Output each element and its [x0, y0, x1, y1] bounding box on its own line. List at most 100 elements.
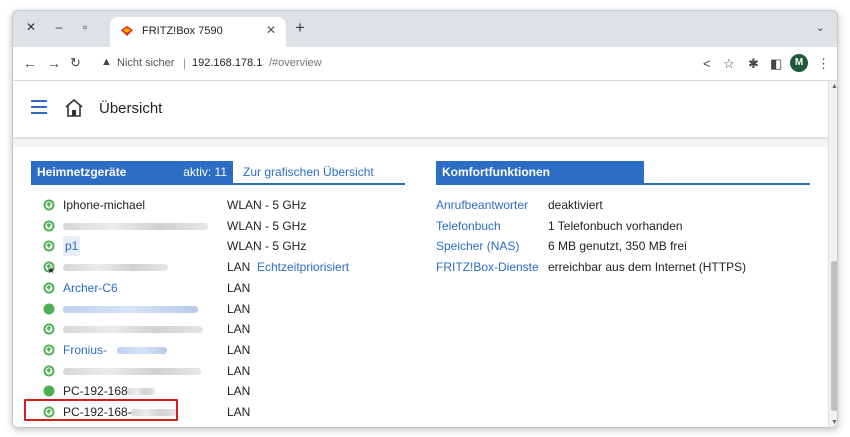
profile-avatar[interactable]: M [790, 54, 808, 72]
address-toolbar: ← → ↻ ▲ Nicht sicher | 192.168.178.1 /#o… [13, 47, 837, 81]
globe-icon [43, 344, 55, 356]
active-count: aktiv: 11 [183, 165, 227, 179]
status-dot-icon [43, 303, 55, 314]
globe-icon [43, 323, 55, 335]
device-connection: LAN [227, 342, 251, 357]
device-row[interactable]: WLAN - 5 GHz [43, 216, 423, 236]
page-header: Übersicht [13, 81, 828, 137]
komfort-value: erreichbar aus dem Internet (HTTPS) [548, 260, 747, 275]
device-connection: WLAN - 5 GHz [227, 218, 307, 233]
browser-menu-icon[interactable]: ⋮ [817, 56, 830, 72]
komfort-row: Speicher (NAS) 6 MB genutzt, 350 MB frei [436, 236, 816, 256]
device-row[interactable]: Archer-C6 LAN [43, 278, 423, 298]
security-label[interactable]: Nicht sicher [117, 57, 174, 69]
redacted-name [127, 388, 155, 396]
reload-icon[interactable]: ↻ [70, 55, 81, 71]
heimnetz-title: Heimnetzgeräte [37, 165, 127, 179]
device-connection: WLAN - 5 GHz [227, 239, 307, 254]
tab-search-chevron-icon[interactable]: ⌄ [816, 21, 825, 34]
device-name[interactable]: Fronius- [63, 340, 107, 360]
device-priority-link[interactable]: Echtzeitpriorisiert [257, 257, 349, 277]
home-icon[interactable] [64, 98, 84, 118]
device-connection: LAN [227, 301, 251, 316]
scroll-down-arrow-icon[interactable]: ▼ [831, 419, 837, 426]
close-window-icon[interactable]: ✕ [23, 20, 39, 34]
tab-title: FRITZ!Box 7590 [142, 25, 223, 37]
device-connection: LAN [227, 384, 251, 399]
address-separator: | [183, 56, 187, 70]
tab-strip: ✕ – ▫ FRITZ!Box 7590 ✕ + ⌄ [13, 11, 837, 47]
device-connection: LAN [227, 405, 251, 419]
redacted-name [63, 326, 203, 334]
page-viewport: Übersicht Heimnetzgeräte aktiv: 11 Zur g… [13, 81, 828, 427]
device-name[interactable]: Archer-C6 [63, 278, 118, 298]
device-row[interactable]: p1 WLAN - 5 GHz [43, 236, 423, 257]
device-row[interactable]: LAN [43, 319, 423, 339]
komfort-title-tab[interactable]: Komfortfunktionen [436, 161, 644, 183]
forward-icon[interactable]: → [47, 55, 61, 71]
page-scrollbar[interactable]: ▲ ▼ [828, 81, 837, 427]
device-row[interactable]: Fronius- LAN [43, 340, 423, 360]
globe-icon [43, 282, 55, 294]
graph-overview-link[interactable]: Zur grafischen Übersicht [243, 165, 374, 179]
url-path: /#overview [269, 57, 322, 69]
device-connection: LAN [227, 280, 251, 295]
globe-icon [43, 365, 55, 377]
address-bar[interactable]: ▲ Nicht sicher | 192.168.178.1 /#overvie… [95, 52, 695, 76]
extensions-puzzle-icon[interactable]: ✱ [748, 56, 759, 72]
hamburger-menu-icon[interactable] [31, 100, 47, 114]
overview-content: Heimnetzgeräte aktiv: 11 Zur grafischen … [13, 147, 828, 427]
device-connection: LAN [227, 322, 251, 337]
device-connection: LAN [227, 260, 251, 275]
share-icon[interactable]: < [703, 56, 711, 71]
heimnetz-section-header: Heimnetzgeräte aktiv: 11 Zur grafischen … [31, 161, 405, 185]
browser-window: ✕ – ▫ FRITZ!Box 7590 ✕ + ⌄ ← → ↻ ▲ Nicht… [12, 10, 838, 428]
device-name[interactable]: p1 [63, 236, 81, 257]
star-globe-icon [43, 261, 55, 274]
komfort-link[interactable]: Telefonbuch [436, 216, 501, 236]
scrollbar-thumb[interactable] [831, 261, 837, 411]
scroll-up-arrow-icon[interactable]: ▲ [831, 83, 837, 90]
back-icon[interactable]: ← [23, 55, 37, 71]
device-row[interactable]: LAN Echtzeitpriorisiert [43, 257, 423, 277]
komfort-link[interactable]: FRITZ!Box-Dienste [436, 257, 539, 277]
komfort-title: Komfortfunktionen [442, 165, 550, 179]
komfort-value: deaktiviert [548, 198, 603, 212]
komfort-link[interactable]: Speicher (NAS) [436, 236, 519, 256]
redacted-name [63, 222, 208, 230]
komfort-value: 1 Telefonbuch vorhanden [548, 218, 683, 233]
status-dot-icon [43, 385, 55, 397]
device-connection: LAN [227, 363, 251, 378]
komfort-row: FRITZ!Box-Dienste erreichbar aus dem Inte… [436, 257, 816, 277]
tab-close-icon[interactable]: ✕ [266, 23, 276, 37]
globe-icon [43, 199, 55, 211]
bookmark-star-icon[interactable]: ☆ [723, 56, 735, 72]
page-title: Übersicht [99, 100, 163, 117]
highlight-box [24, 399, 178, 421]
fritz-favicon-icon [121, 26, 133, 36]
heimnetz-title-tab[interactable]: Heimnetzgeräte aktiv: 11 [31, 161, 233, 183]
komfort-link[interactable]: Anrufbeantworter [436, 195, 528, 215]
komfort-section-header: Komfortfunktionen [436, 161, 810, 185]
redacted-name [63, 367, 201, 375]
device-name: Iphone-michael [63, 198, 146, 212]
maximize-window-icon[interactable]: ▫ [77, 20, 93, 34]
new-tab-icon[interactable]: + [295, 18, 305, 38]
device-connection: WLAN - 5 GHz [227, 198, 307, 212]
komfort-row: Telefonbuch 1 Telefonbuch vorhanden [436, 216, 816, 236]
globe-icon [43, 220, 55, 232]
device-row[interactable]: LAN [43, 361, 423, 381]
side-panel-icon[interactable]: ◧ [770, 56, 782, 72]
redacted-name [63, 264, 168, 272]
warning-icon[interactable]: ▲ [101, 56, 112, 68]
redacted-name [63, 305, 198, 313]
tab-fritzbox[interactable]: FRITZ!Box 7590 ✕ [110, 17, 286, 47]
url-host: 192.168.178.1 [192, 57, 263, 69]
device-row[interactable]: LAN [43, 299, 423, 319]
globe-icon [43, 240, 55, 252]
komfort-value: 6 MB genutzt, 350 MB frei [548, 239, 687, 254]
device-row[interactable]: Iphone-michael WLAN - 5 GHz [43, 195, 423, 215]
minimize-window-icon[interactable]: – [51, 20, 67, 34]
komfort-row: Anrufbeantworter deaktiviert [436, 195, 816, 215]
redacted-name [117, 346, 167, 354]
